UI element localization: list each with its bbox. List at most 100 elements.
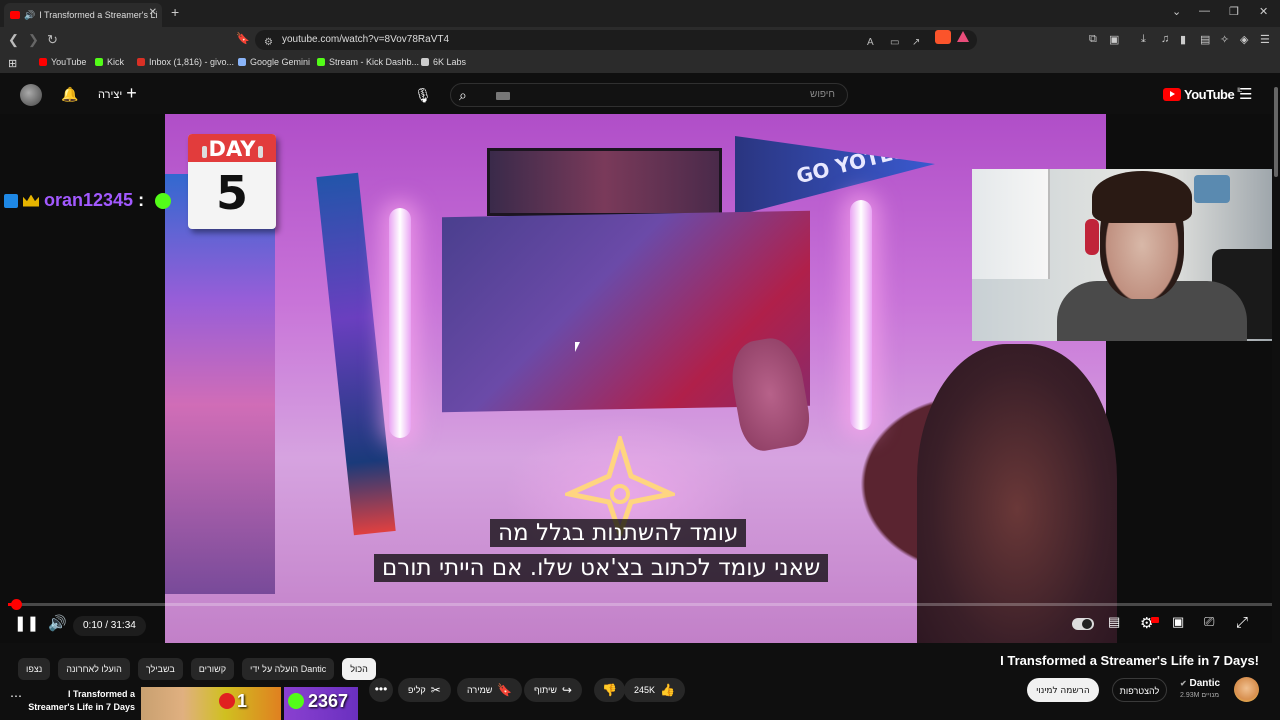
leo-ai-icon[interactable]: ✧ (1220, 33, 1229, 46)
pause-icon[interactable]: ❚❚ (14, 614, 39, 632)
channel-name[interactable]: ✔ Dantic (1180, 678, 1220, 689)
bookmark-page-icon[interactable]: 🔖 (236, 32, 250, 45)
chip-all[interactable]: הכול (342, 658, 376, 680)
cast-icon[interactable]: ⎚ (1204, 614, 1214, 630)
progress-scrubber[interactable] (11, 599, 22, 610)
user-icon (219, 693, 235, 709)
url-text: youtube.com/watch?v=8Vov78RaVT4 (282, 34, 450, 45)
youtube-logo[interactable]: YouTube IL (1163, 87, 1242, 102)
close-tab-icon[interactable]: ✕ (149, 7, 157, 18)
create-button[interactable]: יצירה + (98, 83, 137, 104)
extensions-icon[interactable]: ⧉ (1089, 33, 1097, 46)
calendar-day: 5 (215, 166, 248, 220)
page-scrollbar[interactable] (1272, 77, 1280, 720)
autoplay-toggle[interactable] (1072, 618, 1094, 630)
share-icon[interactable]: ↗ (912, 33, 920, 53)
browser-tab[interactable]: 🔊 I Transformed a Streamer's Li ✕ (4, 3, 162, 27)
youtube-favicon-icon (10, 11, 20, 19)
forward-icon[interactable]: ❯ (28, 32, 39, 48)
streamer-hair (1092, 171, 1192, 223)
chat-colon: : (138, 190, 145, 210)
speaker-icon: 🔊 (24, 9, 36, 20)
screenshot-icon[interactable]: ▣ (1109, 33, 1119, 46)
share-button[interactable]: שיתוף ↪ (524, 678, 582, 702)
bookmark-icon: 🔖 (497, 683, 513, 697)
dislike-button[interactable]: 👎 (594, 678, 625, 702)
chat-username: oran12345 (44, 190, 134, 210)
bookmark-kick-dashboard[interactable]: Stream - Kick Dashb... (317, 57, 419, 67)
channel-avatar[interactable] (1234, 677, 1259, 702)
chip-related[interactable]: קשורים (190, 658, 235, 680)
search-icon[interactable]: ⌕ (459, 87, 467, 104)
bookmark-gmail[interactable]: Inbox (1,816) - givo... (137, 57, 234, 67)
more-actions-icon[interactable]: ••• (369, 678, 393, 702)
upnext-thumbnail[interactable]: 2367 (284, 687, 358, 720)
wallet-icon[interactable]: ▤ (1200, 33, 1210, 46)
youtube-header: 🔔 יצירה + 🎙 ⌕ חיפוש YouTube IL ☰ (0, 77, 1280, 113)
save-button[interactable]: שמירה 🔖 (457, 678, 523, 702)
chip-recently-uploaded[interactable]: הועלו לאחרונה (58, 658, 130, 680)
upnext-menu-icon[interactable]: ⋯ (10, 689, 22, 703)
reload-icon[interactable]: ↻ (47, 32, 58, 48)
bookmark-6k-labs[interactable]: 6K Labs (421, 57, 466, 67)
6k-labs-icon (421, 58, 429, 66)
upnext-title[interactable]: I Transformed a Streamer's Life in 7 Day… (28, 688, 135, 714)
clip-button[interactable]: קליפ ✂ (398, 678, 451, 702)
user-icon (288, 693, 304, 709)
miniplayer-icon[interactable]: ▣ (1172, 614, 1184, 630)
webcam-overlay (972, 169, 1280, 341)
notifications-bell-icon[interactable]: 🔔 (61, 86, 78, 103)
person-in-frame (917, 344, 1117, 643)
translate-icon[interactable]: A (867, 33, 874, 53)
chip-for-you[interactable]: בשבילך (137, 658, 183, 680)
framed-picture (487, 148, 722, 216)
brave-rewards-icon[interactable] (957, 31, 969, 42)
sidebar-icon[interactable]: ▮ (1180, 33, 1186, 46)
tab-search-icon[interactable]: ⌄ (1172, 5, 1181, 18)
scrollbar-thumb[interactable] (1274, 87, 1278, 177)
browser-tab-strip: 🔊 I Transformed a Streamer's Li ✕ + ⌄ — … (0, 0, 1280, 27)
progress-bar[interactable] (8, 599, 1272, 610)
hd-badge (1151, 617, 1159, 623)
keyboard-icon[interactable] (496, 92, 510, 100)
volume-icon[interactable]: 🔊 (48, 614, 67, 632)
maximize-button[interactable]: ❐ (1229, 5, 1239, 18)
brave-shields-icon[interactable] (935, 30, 951, 44)
bookmark-gemini[interactable]: Google Gemini (238, 57, 310, 67)
subscriber-count: 2.93M מנויים (1180, 692, 1220, 699)
menu-icon[interactable]: ☰ (1260, 33, 1270, 46)
kick-icon (317, 58, 325, 66)
time-display: 0:10 / 31:34 (73, 616, 146, 636)
search-box[interactable]: ⌕ חיפוש (450, 83, 848, 107)
address-bar[interactable]: ⚙ youtube.com/watch?v=8Vov78RaVT4 A ▭ ↗ (255, 30, 977, 50)
chip-from-channel[interactable]: הועלה על ידי Dantic (242, 658, 335, 680)
fullscreen-icon[interactable]: ⤢ (1236, 614, 1248, 631)
led-light-bar (389, 208, 411, 438)
chat-message-overlay: oran12345 : (4, 190, 172, 211)
bookmark-youtube[interactable]: YouTube (39, 57, 86, 67)
verified-check-icon: ✔ (1180, 679, 1187, 688)
upnext-thumbnail[interactable]: 1 (141, 687, 281, 720)
account-avatar[interactable] (20, 84, 42, 106)
guide-menu-icon[interactable]: ☰ (1239, 85, 1252, 103)
voice-search-mic-icon[interactable]: 🎙 (410, 83, 436, 107)
install-icon[interactable]: ▭ (890, 33, 899, 53)
apps-icon[interactable]: ⊞ (8, 57, 17, 70)
subscribe-button[interactable]: הרשמה למינוי (1027, 678, 1099, 702)
back-icon[interactable]: ❮ (8, 32, 19, 48)
chip-watched[interactable]: נצפו (18, 658, 51, 680)
like-button[interactable]: 245K 👍 (624, 678, 685, 702)
new-tab-button[interactable]: + (171, 4, 179, 20)
video-player[interactable]: GO YOTES! DAY 5 oran12345 : עומד להשתנות… (0, 114, 1280, 643)
vpn-icon[interactable]: ◈ (1240, 33, 1248, 46)
minimize-button[interactable]: — (1199, 5, 1210, 17)
media-icon[interactable]: ♫ (1161, 33, 1169, 45)
join-button[interactable]: להצטרפות (1112, 678, 1167, 702)
bookmark-kick[interactable]: Kick (95, 57, 124, 67)
download-icon[interactable]: ⤓ (1141, 33, 1146, 46)
subtitles-icon[interactable]: ▤ (1108, 614, 1120, 630)
close-window-button[interactable]: ✕ (1259, 5, 1268, 18)
kick-icon (95, 58, 103, 66)
site-info-icon[interactable]: ⚙ (264, 33, 273, 53)
search-input[interactable]: חיפוש (810, 89, 835, 100)
